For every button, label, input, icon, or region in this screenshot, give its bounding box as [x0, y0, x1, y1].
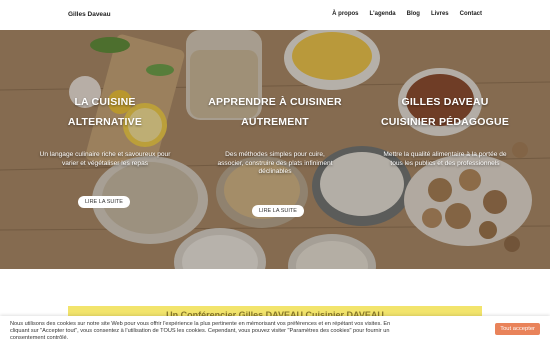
nav-a-propos[interactable]: À propos — [332, 11, 358, 17]
feature-title-line2: AUTREMENT — [241, 116, 309, 128]
hero-section: LA CUISINE ALTERNATIVE Un langage culina… — [0, 30, 550, 269]
nav-contact[interactable]: Contact — [460, 11, 482, 17]
feature-title-line1: APPRENDRE À CUISINER — [208, 96, 342, 108]
site-header: Gilles Daveau À propos L'agenda Blog Liv… — [0, 0, 550, 30]
feature-title-line1: LA CUISINE — [74, 96, 136, 108]
read-more-button-2[interactable]: LIRE LA SUITE — [252, 205, 304, 217]
nav-blog[interactable]: Blog — [407, 11, 420, 17]
feature-column-cuisine: LA CUISINE ALTERNATIVE Un langage culina… — [30, 92, 180, 168]
read-more-button-1[interactable]: LIRE LA SUITE — [78, 196, 130, 208]
feature-text: Mettre la qualité alimentaire à la porté… — [383, 151, 507, 167]
site-brand[interactable]: Gilles Daveau — [68, 11, 111, 18]
nav-agenda[interactable]: L'agenda — [370, 11, 396, 17]
accept-all-cookies-button[interactable]: Tout accepter — [495, 323, 540, 335]
cookie-notice-text: Nous utilisons des cookies sur notre sit… — [10, 321, 391, 341]
main-nav: À propos L'agenda Blog Livres Contact — [332, 11, 482, 17]
nav-livres[interactable]: Livres — [431, 11, 449, 17]
feature-text: Un langage culinaire riche et savoureux … — [39, 151, 171, 167]
feature-column-apprendre: APPRENDRE À CUISINER AUTREMENT Des métho… — [200, 92, 350, 177]
feature-text: Des méthodes simples pour cuire, associe… — [217, 151, 333, 175]
feature-title-line2: CUISINIER PÉDAGOGUE — [380, 116, 510, 128]
feature-column-gilles: GILLES DAVEAU CUISINIER PÉDAGOGUE Mettre… — [370, 92, 520, 168]
feature-title-line2: ALTERNATIVE — [67, 116, 143, 128]
feature-title-line1: GILLES DAVEAU — [401, 96, 489, 108]
cookie-consent-bar: Nous utilisons des cookies sur notre sit… — [0, 316, 550, 344]
